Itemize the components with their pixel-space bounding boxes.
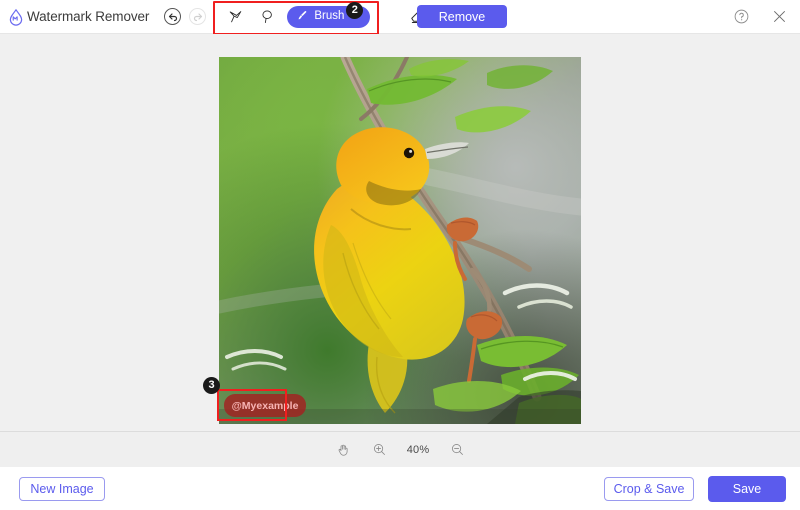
app-footer: New Image Crop & Save Save [0, 467, 800, 510]
zoom-level-label: 40% [405, 444, 431, 456]
close-button[interactable] [766, 4, 792, 30]
footer-actions: Crop & Save Save [604, 476, 786, 502]
brush-icon [296, 9, 309, 25]
zoom-in-button[interactable] [369, 440, 389, 460]
brush-tool-label: Brush [314, 10, 344, 23]
crop-and-save-button[interactable]: Crop & Save [604, 477, 694, 501]
remove-button[interactable]: Remove [417, 5, 507, 28]
redo-button[interactable] [189, 8, 206, 25]
close-icon [771, 8, 788, 25]
save-button[interactable]: Save [708, 476, 786, 502]
app-title: Watermark Remover [27, 9, 149, 24]
water-drop-logo-icon [7, 8, 25, 26]
editor-canvas[interactable]: @Myexample 3 [0, 34, 800, 431]
question-circle-icon [733, 8, 750, 25]
app-header: Watermark Remover 2 [0, 0, 800, 34]
header-actions [728, 0, 792, 33]
help-button[interactable] [728, 4, 754, 30]
zoom-out-button[interactable] [447, 440, 467, 460]
zoom-in-icon [372, 442, 387, 457]
brand: Watermark Remover [0, 0, 149, 33]
new-image-button[interactable]: New Image [19, 477, 105, 501]
undo-button[interactable] [164, 8, 181, 25]
pan-tool-button[interactable] [333, 440, 353, 460]
watermark-selection-box[interactable] [217, 389, 287, 421]
zoom-toolbar: 40% [0, 431, 800, 467]
toolbar: 2 [164, 0, 432, 33]
source-image[interactable]: @Myexample [219, 57, 581, 424]
hand-pan-icon [336, 442, 351, 457]
free-lasso-tool[interactable] [253, 4, 281, 30]
annotation-badge-3: 3 [203, 377, 220, 394]
zoom-out-icon [450, 442, 465, 457]
polygon-lasso-tool[interactable] [221, 4, 249, 30]
watermark-remover-app: Watermark Remover 2 [0, 0, 800, 510]
